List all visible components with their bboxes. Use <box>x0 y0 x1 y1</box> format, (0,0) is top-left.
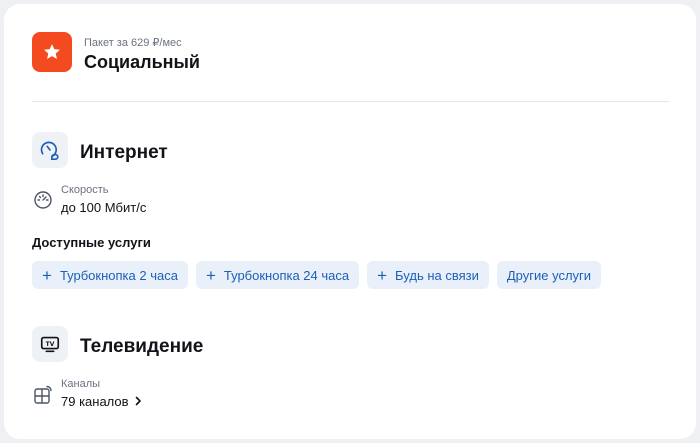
service-chip-label: Будь на связи <box>395 267 479 283</box>
available-services-title: Доступные услуги <box>32 235 151 250</box>
service-chip-other[interactable]: Другие услуги <box>496 261 602 289</box>
svg-text:TV: TV <box>46 341 55 348</box>
speedometer-icon <box>33 190 53 210</box>
plus-icon: + <box>42 265 52 285</box>
plus-icon: + <box>205 265 216 285</box>
service-chip-turbo-2h[interactable]: + Турбокнопка 2 часа <box>32 261 188 289</box>
chevron-right-icon <box>133 394 143 409</box>
package-price-caption: Пакет за 629 ₽/мес <box>84 37 182 49</box>
services-chip-list: + Турбокнопка 2 часа + Турбокнопка 24 ча… <box>32 261 602 289</box>
channels-link[interactable]: 79 каналов <box>61 394 143 409</box>
tv-section-title: Телевидение <box>80 336 204 357</box>
tv-icon: TV <box>32 326 68 362</box>
internet-speed-icon <box>32 132 68 168</box>
package-title: Социальный <box>84 52 200 72</box>
package-star-icon <box>32 32 72 72</box>
service-chip-turbo-24h[interactable]: + Турбокнопка 24 часа <box>195 261 360 289</box>
plus-icon: + <box>377 265 388 285</box>
service-chip-label: Турбокнопка 2 часа <box>59 267 178 283</box>
channels-label: Каналы <box>61 378 101 390</box>
channels-value: 79 каналов <box>61 394 129 409</box>
speed-label: Скорость <box>61 184 109 196</box>
divider <box>32 101 669 102</box>
service-chip-label: Турбокнопка 24 часа <box>223 267 350 283</box>
internet-section-title: Интернет <box>80 142 168 163</box>
speed-value-text: до 100 Мбит/с <box>61 200 147 215</box>
service-chip-stay-connected[interactable]: + Будь на связи <box>367 261 489 289</box>
service-chip-label: Другие услуги <box>506 267 592 283</box>
tariff-card: Пакет за 629 ₽/мес Социальный Интернет С… <box>4 4 696 439</box>
speed-value: до 100 Мбит/с <box>61 200 146 215</box>
channels-grid-icon <box>33 385 53 405</box>
